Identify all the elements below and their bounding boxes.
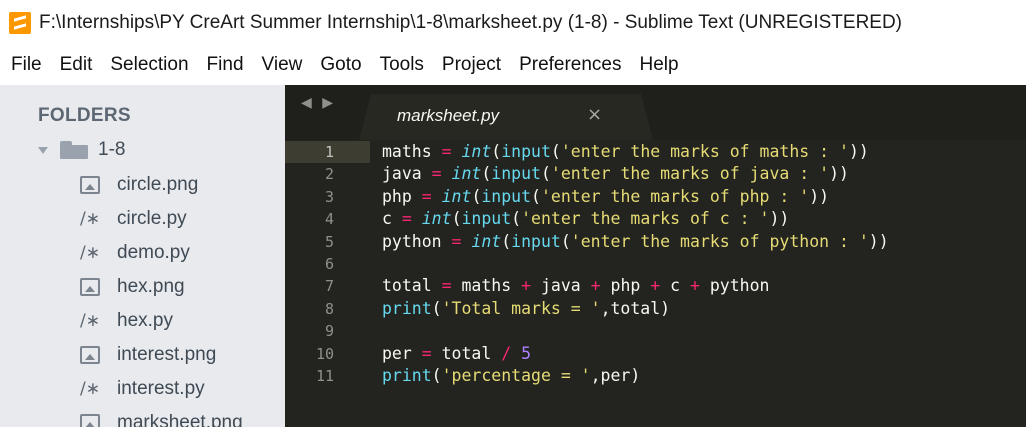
file-item[interactable]: /∗ demo.py — [80, 238, 190, 268]
image-file-icon — [80, 278, 100, 296]
code-line[interactable]: 11 print('percentage = ',per) — [285, 365, 1026, 387]
code-line[interactable]: 4 c = int(input('enter the marks of c : '… — [285, 208, 1026, 230]
folders-heading: FOLDERS — [38, 105, 131, 126]
line-number: 11 — [315, 367, 334, 385]
folder-row[interactable]: 1-8 — [38, 138, 125, 162]
menu-goto[interactable]: Goto — [311, 54, 370, 76]
folder-label: 1-8 — [98, 139, 126, 160]
code-text: per = total / 5 — [382, 343, 532, 363]
line-number: 5 — [324, 232, 334, 251]
menu-view[interactable]: View — [253, 54, 312, 76]
code-file-icon: /∗ — [80, 208, 100, 229]
code-text: maths = int(input('enter the marks of ma… — [382, 142, 869, 161]
code-file-icon: /∗ — [80, 310, 100, 331]
close-icon[interactable]: × — [587, 104, 602, 125]
code-text: java = int(input('enter the marks of jav… — [382, 164, 849, 184]
image-file-icon — [80, 414, 100, 427]
file-label: marksheet.png — [117, 412, 243, 427]
file-item[interactable]: interest.png — [80, 340, 216, 370]
code-line[interactable]: 3 php = int(input('enter the marks of php… — [285, 186, 1026, 208]
menu-file[interactable]: File — [0, 54, 51, 76]
file-label: circle.png — [117, 174, 199, 195]
menu-find[interactable]: Find — [198, 54, 253, 76]
line-number: 2 — [324, 165, 334, 184]
code-file-icon: /∗ — [80, 242, 100, 263]
sidebar: FOLDERS 1-8 circle.png /∗ circle.py /∗ d… — [0, 85, 285, 427]
menu-edit[interactable]: Edit — [51, 54, 102, 76]
code-line[interactable]: 10 per = total / 5 — [285, 343, 1026, 365]
file-item[interactable]: marksheet.png — [80, 408, 243, 427]
folder-icon — [60, 141, 88, 159]
code-text: php = int(input('enter the marks of php … — [382, 186, 830, 206]
tab-marksheet[interactable]: marksheet.py × — [359, 94, 653, 140]
title-bar: F:\Internships\PY CreArt Summer Internsh… — [0, 0, 1026, 45]
line-number: 8 — [324, 299, 334, 318]
sublime-text-icon — [9, 11, 31, 34]
tab-nav-arrows-icon[interactable]: ◀ ▶ — [301, 95, 336, 111]
file-label: interest.py — [117, 378, 205, 399]
line-number: 7 — [324, 277, 334, 296]
file-item[interactable]: /∗ circle.py — [80, 204, 187, 234]
code-line[interactable]: 2 java = int(input('enter the marks of ja… — [285, 163, 1026, 185]
line-number: 6 — [324, 255, 334, 273]
code-line[interactable]: 7 total = maths + java + php + c + python — [285, 275, 1026, 297]
file-label: circle.py — [117, 208, 187, 229]
line-number: 9 — [324, 322, 334, 341]
code-text: print('Total marks = ',total) — [382, 298, 671, 318]
file-item[interactable]: circle.png — [80, 170, 198, 200]
file-label: hex.py — [117, 310, 173, 331]
code-line[interactable]: 6 — [285, 253, 1026, 275]
menu-preferences[interactable]: Preferences — [510, 54, 630, 76]
file-item[interactable]: hex.png — [80, 272, 185, 302]
code-text: c = int(input('enter the marks of c : ')… — [382, 209, 790, 229]
menu-project[interactable]: Project — [433, 54, 510, 76]
window-title: F:\Internships\PY CreArt Summer Internsh… — [39, 11, 903, 33]
code-line[interactable]: 9 — [285, 320, 1026, 342]
image-file-icon — [80, 176, 100, 194]
menu-bar: File Edit Selection Find View Goto Tools… — [0, 45, 1026, 85]
editor-pane: ◀ ▶ marksheet.py × 1 maths = int(input('e… — [285, 85, 1026, 427]
menu-selection[interactable]: Selection — [101, 54, 197, 76]
code-line[interactable]: 8 print('Total marks = ',total) — [285, 298, 1026, 320]
menu-tools[interactable]: Tools — [371, 54, 433, 76]
file-item[interactable]: /∗ interest.py — [80, 374, 205, 404]
code-line[interactable]: 5 python = int(input('enter the marks of … — [285, 231, 1026, 253]
line-number: 1 — [324, 143, 334, 161]
tab-label: marksheet.py — [397, 106, 500, 125]
code-file-icon: /∗ — [80, 378, 100, 399]
image-file-icon — [80, 346, 100, 364]
code-text: print('percentage = ',per) — [382, 366, 641, 385]
code-text: total = maths + java + php + c + python — [382, 276, 770, 296]
line-number: 4 — [324, 210, 334, 229]
tab-strip: ◀ ▶ marksheet.py × — [285, 85, 1026, 140]
disclosure-triangle-icon[interactable] — [38, 146, 48, 154]
file-label: interest.png — [117, 344, 217, 365]
file-item[interactable]: /∗ hex.py — [80, 306, 173, 336]
menu-help[interactable]: Help — [631, 54, 688, 76]
file-label: demo.py — [117, 242, 190, 263]
file-label: hex.png — [117, 276, 185, 297]
code-line[interactable]: 1 maths = int(input('enter the marks of m… — [285, 141, 1026, 163]
line-number: 3 — [324, 187, 334, 206]
code-text: python = int(input('enter the marks of p… — [382, 231, 889, 251]
line-number: 10 — [315, 344, 334, 363]
